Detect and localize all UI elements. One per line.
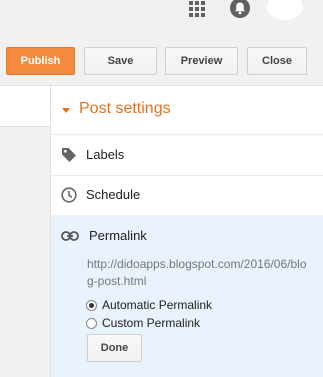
apps-grid-icon[interactable]: [189, 1, 205, 17]
publish-button[interactable]: Publish: [6, 47, 75, 75]
automatic-permalink-label: Automatic Permalink: [102, 298, 213, 312]
editor-pane-header: [0, 86, 50, 127]
permalink-section: Permalink http://didoapps.blogspot.com/2…: [51, 215, 323, 377]
top-bar: [0, 0, 323, 33]
link-icon: [61, 229, 79, 241]
post-settings-title: Post settings: [79, 100, 171, 117]
done-button[interactable]: Done: [87, 334, 142, 362]
clock-icon: [61, 187, 77, 203]
permalink-label: Permalink: [89, 228, 147, 243]
permalink-url: http://didoapps.blogspot.com/2016/06/blo…: [87, 257, 307, 288]
post-settings-header[interactable]: Post settings: [51, 86, 323, 135]
save-button[interactable]: Save: [84, 47, 157, 75]
labels-label: Labels: [86, 147, 125, 162]
tag-icon: [61, 147, 77, 163]
custom-permalink-radio[interactable]: [86, 317, 97, 329]
post-settings-panel: Post settings Labels Schedule Permalink …: [50, 86, 323, 377]
notification-bell-icon[interactable]: [229, 0, 251, 20]
labels-row[interactable]: Labels: [51, 135, 323, 176]
schedule-row[interactable]: Schedule: [51, 175, 323, 216]
preview-button[interactable]: Preview: [165, 47, 238, 75]
schedule-label: Schedule: [86, 187, 141, 202]
custom-permalink-option[interactable]: Custom Permalink: [86, 315, 200, 331]
collapse-caret-icon[interactable]: [62, 108, 70, 113]
automatic-permalink-radio[interactable]: [86, 299, 97, 311]
editor-toolbar: Publish Save Preview Close: [0, 33, 323, 86]
close-button[interactable]: Close: [247, 47, 307, 75]
user-avatar[interactable]: [267, 0, 303, 20]
automatic-permalink-option[interactable]: Automatic Permalink: [86, 297, 212, 313]
custom-permalink-label: Custom Permalink: [102, 316, 201, 330]
editor-pane: [0, 86, 50, 377]
